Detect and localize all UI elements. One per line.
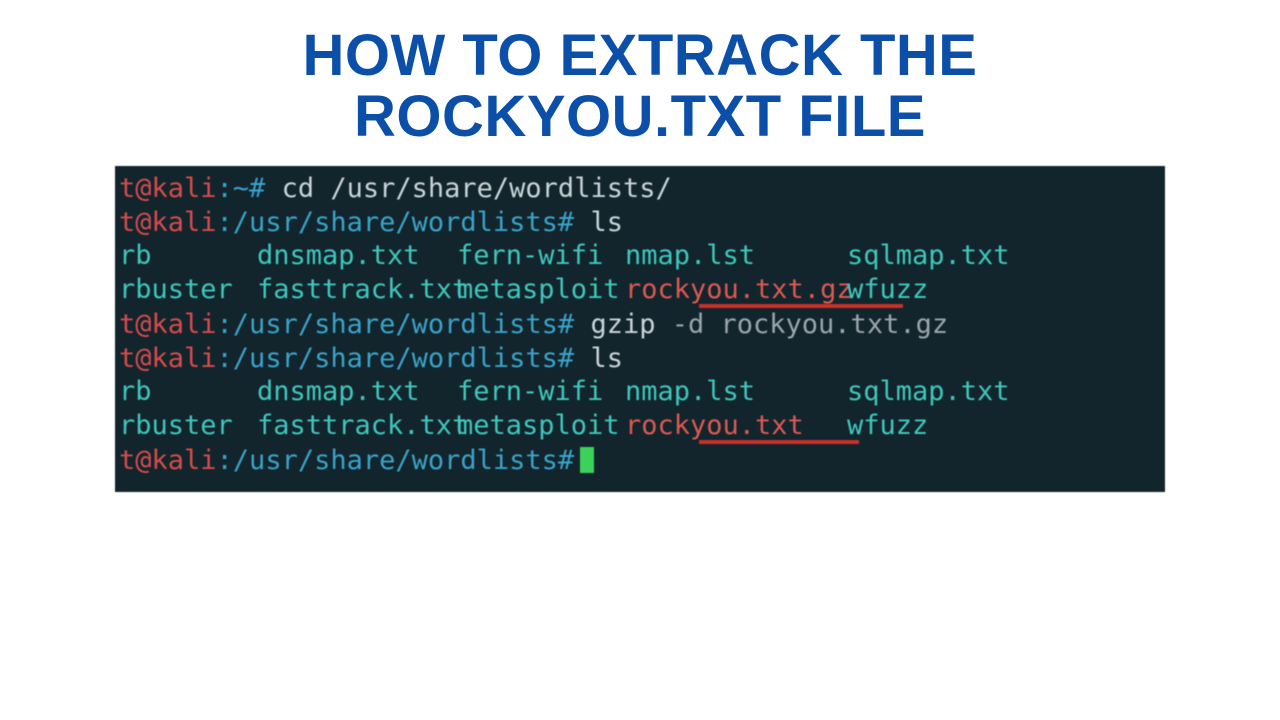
cursor-icon (580, 447, 594, 473)
prompt-line-cd: t@kali:~# cd /usr/share/wordlists/ (115, 172, 1165, 206)
file-fern-wifi: fern-wifi (457, 375, 625, 409)
flag-d: -d (672, 309, 705, 340)
file-metasploit: metasploit (457, 409, 625, 443)
prompt-path-wl: :/usr/share/wordlists# (217, 309, 575, 340)
file-dnsmap: dnsmap.txt (257, 239, 457, 273)
file-rockyou-txt: rockyou.txt (625, 409, 847, 443)
ls1-row1: rbdnsmap.txtfern-wifinmap.lstsqlmap.txt (115, 239, 1165, 273)
prompt-path-wl: :/usr/share/wordlists# (217, 207, 575, 238)
arg-rockyou-gz: rockyou.txt.gz (721, 309, 949, 340)
file-nmap-lst: nmap.lst (625, 239, 847, 273)
terminal[interactable]: t@kali:~# cd /usr/share/wordlists/ t@kal… (115, 166, 1165, 492)
file-rbuster: rbuster (119, 409, 257, 443)
file-fasttrack: fasttrack.txt (257, 409, 457, 443)
file-rb: rb (119, 239, 257, 273)
prompt-path-home: :~# (217, 173, 266, 204)
page-title: HOW TO EXTRACK THE ROCKYOU.TXT FILE (0, 0, 1280, 158)
prompt-line-ls1: t@kali:/usr/share/wordlists# ls (115, 206, 1165, 240)
prompt-user-host: t@kali (119, 207, 217, 238)
prompt-line-idle: t@kali:/usr/share/wordlists# (115, 444, 1165, 478)
prompt-user-host: t@kali (119, 309, 217, 340)
cmd-ls: ls (590, 343, 623, 374)
file-dnsmap: dnsmap.txt (257, 375, 457, 409)
file-sqlmap: sqlmap.txt (847, 240, 1010, 271)
prompt-path-wl: :/usr/share/wordlists# (217, 343, 575, 374)
file-sqlmap: sqlmap.txt (847, 376, 1010, 407)
file-wfuzz: wfuzz (847, 274, 928, 305)
prompt-user-host: t@kali (119, 445, 217, 476)
title-line-2: ROCKYOU.TXT FILE (0, 87, 1280, 148)
title-line-1: HOW TO EXTRACK THE (0, 26, 1280, 87)
file-fasttrack: fasttrack.txt (257, 273, 457, 307)
cmd-cd: cd /usr/share/wordlists/ (282, 173, 672, 204)
ls2-row1: rbdnsmap.txtfern-wifinmap.lstsqlmap.txt (115, 375, 1165, 409)
prompt-line-gzip: t@kali:/usr/share/wordlists# gzip -d roc… (115, 308, 1165, 342)
file-wfuzz: wfuzz (847, 410, 928, 441)
cmd-ls: ls (590, 207, 623, 238)
file-rb: rb (119, 375, 257, 409)
cmd-gzip: gzip (590, 309, 655, 340)
file-metasploit: metasploit (457, 273, 625, 307)
file-fern-wifi: fern-wifi (457, 239, 625, 273)
terminal-container: t@kali:~# cd /usr/share/wordlists/ t@kal… (115, 166, 1165, 492)
prompt-line-ls2: t@kali:/usr/share/wordlists# ls (115, 342, 1165, 376)
prompt-user-host: t@kali (119, 173, 217, 204)
ls1-row2: rbusterfasttrack.txtmetasploitrockyou.tx… (115, 273, 1165, 307)
prompt-user-host: t@kali (119, 343, 217, 374)
file-rockyou-gz: rockyou.txt.gz (625, 273, 847, 307)
file-rbuster: rbuster (119, 273, 257, 307)
ls2-row2: rbusterfasttrack.txtmetasploitrockyou.tx… (115, 409, 1165, 443)
file-nmap-lst: nmap.lst (625, 375, 847, 409)
prompt-path-wl: :/usr/share/wordlists# (217, 445, 575, 476)
